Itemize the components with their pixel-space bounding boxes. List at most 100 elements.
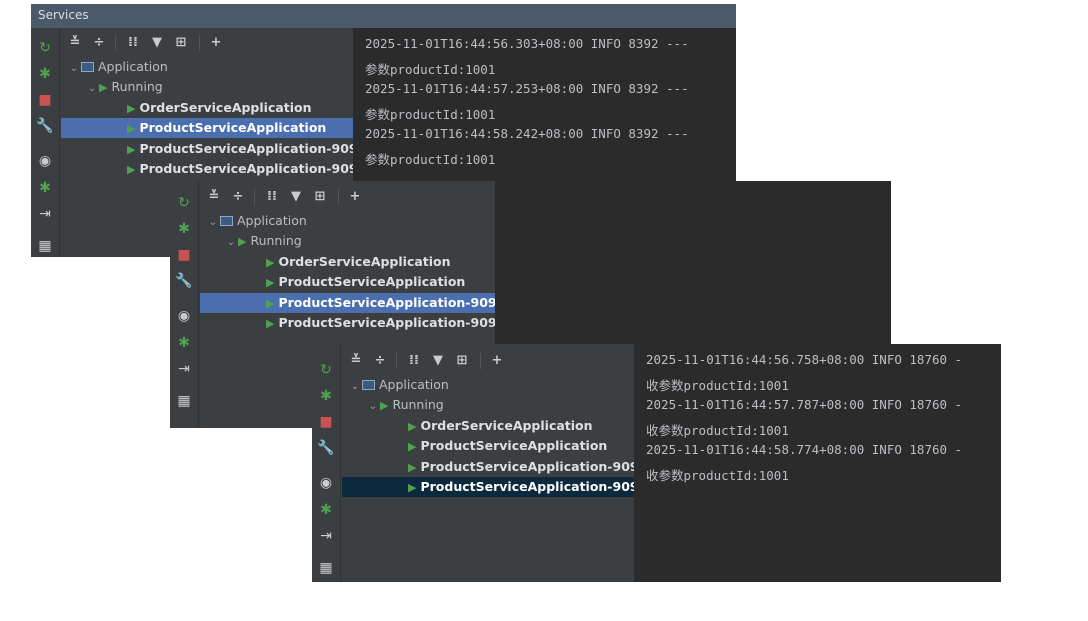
group-by-icon[interactable]: ⁞⁞ xyxy=(125,34,141,50)
service-name: ProductServiceApplication xyxy=(278,274,466,290)
open-in-tab-icon[interactable]: ⊞ xyxy=(454,352,470,368)
tree-node-label: Application xyxy=(379,377,449,392)
open-in-tab-icon[interactable]: ⊞ xyxy=(312,188,328,204)
services-panel-3: ↻ ✱ ■ 🔧 ◉ ✱ ⇥ ▦ ≚ ÷ ⁞⁞ ▼ ⊞ + ⌄ Application ⌄ ▶ Running ▶ O… xyxy=(312,344,1001,582)
tree-node-label: Application xyxy=(98,59,168,74)
camera-icon[interactable]: ◉ xyxy=(37,153,53,169)
tree-node-label: Running xyxy=(392,397,444,413)
toolbar-separator xyxy=(199,35,200,51)
service-item[interactable]: ▶ ProductServiceApplication-9092 xyxy=(342,477,647,497)
chevron-down-icon[interactable]: ⌄ xyxy=(206,213,220,233)
service-item[interactable]: ▶ ProductServiceApplication xyxy=(61,118,353,139)
wrench-icon[interactable]: 🔧 xyxy=(175,273,192,289)
services-title: Services xyxy=(31,4,736,28)
coverage-icon[interactable]: ✱ xyxy=(318,502,334,518)
debug-icon[interactable]: ✱ xyxy=(37,66,53,82)
expand-all-icon[interactable]: ≚ xyxy=(348,352,364,368)
run-icon: ▶ xyxy=(408,419,417,433)
side-toolbar: ↻ ✱ ■ 🔧 ◉ ✱ ⇥ ▦ xyxy=(31,28,60,257)
add-service-icon[interactable]: + xyxy=(489,352,505,368)
tree-node-running[interactable]: ⌄ ▶ Running xyxy=(61,77,353,97)
stop-icon[interactable]: ■ xyxy=(318,414,334,430)
run-icon: ▶ xyxy=(238,235,247,249)
tree-node-application[interactable]: ⌄ Application xyxy=(342,375,634,395)
collapse-all-icon[interactable]: ÷ xyxy=(91,34,107,50)
toolbar-separator xyxy=(115,35,116,51)
coverage-icon[interactable]: ✱ xyxy=(176,335,192,351)
group-by-icon[interactable]: ⁞⁞ xyxy=(406,352,422,368)
service-name: OrderServiceApplication xyxy=(278,253,451,269)
rerun-icon[interactable]: ↻ xyxy=(176,195,192,211)
exit-icon[interactable]: ⇥ xyxy=(176,361,192,377)
stop-icon[interactable]: ■ xyxy=(176,247,192,263)
service-item[interactable]: ▶ ProductServiceApplication-9091 xyxy=(61,139,366,159)
tree-toolbar: ≚ ÷ ⁞⁞ ▼ ⊞ + xyxy=(344,348,634,372)
service-item[interactable]: ▶ ProductServiceApplication-9091 xyxy=(200,292,505,313)
tree-node-application[interactable]: ⌄ Application xyxy=(61,57,353,77)
chevron-down-icon[interactable]: ⌄ xyxy=(67,59,81,79)
chevron-down-icon[interactable]: ⌄ xyxy=(85,79,99,99)
run-icon: ▶ xyxy=(127,101,136,115)
service-item[interactable]: ▶ OrderServiceApplication xyxy=(61,98,353,118)
layout-icon[interactable]: ▦ xyxy=(176,393,192,409)
run-icon: ▶ xyxy=(127,122,136,136)
expand-all-icon[interactable]: ≚ xyxy=(67,34,83,50)
add-service-icon[interactable]: + xyxy=(347,188,363,204)
coverage-icon[interactable]: ✱ xyxy=(37,180,53,196)
tree-node-running[interactable]: ⌄ ▶ Running xyxy=(200,231,495,251)
exit-icon[interactable]: ⇥ xyxy=(318,528,334,544)
open-in-tab-icon[interactable]: ⊞ xyxy=(173,34,189,50)
layout-icon[interactable]: ▦ xyxy=(318,560,334,576)
wrench-icon[interactable]: 🔧 xyxy=(317,440,334,456)
rerun-icon[interactable]: ↻ xyxy=(318,362,334,378)
collapse-all-icon[interactable]: ÷ xyxy=(230,188,246,204)
group-by-icon[interactable]: ⁞⁞ xyxy=(264,188,280,204)
application-icon xyxy=(362,380,375,390)
tree-node-running[interactable]: ⌄ ▶ Running xyxy=(342,395,634,415)
console-line: 收参数productId:1001 xyxy=(646,468,789,483)
service-name: ProductServiceApplication-9091 xyxy=(278,294,506,310)
tree-node-application[interactable]: ⌄ Application xyxy=(200,211,495,231)
tree-toolbar: ≚ ÷ ⁞⁞ ▼ ⊞ + xyxy=(202,184,492,208)
filter-icon[interactable]: ▼ xyxy=(149,34,165,50)
service-item[interactable]: ▶ ProductServiceApplication xyxy=(342,436,634,456)
camera-icon[interactable]: ◉ xyxy=(318,475,334,491)
service-name: OrderServiceApplication xyxy=(420,417,593,433)
side-toolbar: ↻ ✱ ■ 🔧 ◉ ✱ ⇥ ▦ xyxy=(170,181,199,428)
console-line: 收参数productId:1001 xyxy=(646,422,789,438)
service-name: ProductServiceApplication-9092 xyxy=(420,479,648,494)
chevron-down-icon[interactable]: ⌄ xyxy=(224,233,238,253)
stop-icon[interactable]: ■ xyxy=(37,92,53,108)
toolbar-separator xyxy=(254,189,255,205)
service-item[interactable]: ▶ ProductServiceApplication-9092 xyxy=(200,313,505,333)
filter-icon[interactable]: ▼ xyxy=(430,352,446,368)
service-item[interactable]: ▶ ProductServiceApplication-9091 xyxy=(342,457,647,477)
service-name: ProductServiceApplication-9092 xyxy=(139,161,367,176)
exit-icon[interactable]: ⇥ xyxy=(37,206,53,222)
collapse-all-icon[interactable]: ÷ xyxy=(372,352,388,368)
service-item[interactable]: ▶ OrderServiceApplication xyxy=(200,252,495,272)
debug-icon[interactable]: ✱ xyxy=(176,221,192,237)
expand-all-icon[interactable]: ≚ xyxy=(206,188,222,204)
console-line: 2025-11-01T16:44:56.303+08:00 INFO 8392 … xyxy=(365,36,689,51)
toolbar-separator xyxy=(338,189,339,205)
filter-icon[interactable]: ▼ xyxy=(288,188,304,204)
service-name: ProductServiceApplication-9091 xyxy=(420,458,648,474)
run-icon: ▶ xyxy=(99,81,108,95)
camera-icon[interactable]: ◉ xyxy=(176,308,192,324)
wrench-icon[interactable]: 🔧 xyxy=(36,118,53,134)
debug-icon[interactable]: ✱ xyxy=(318,388,334,404)
service-item[interactable]: ▶ ProductServiceApplication xyxy=(200,272,495,292)
console-line: 2025-11-01T16:44:56.758+08:00 INFO 18760… xyxy=(646,352,963,367)
chevron-down-icon[interactable]: ⌄ xyxy=(348,377,362,397)
run-icon: ▶ xyxy=(127,163,136,176)
service-item[interactable]: ▶ ProductServiceApplication-9092 xyxy=(61,159,366,179)
layout-icon[interactable]: ▦ xyxy=(37,238,53,254)
rerun-icon[interactable]: ↻ xyxy=(37,40,53,56)
console-output[interactable]: 2025-11-01T16:44:56.758+08:00 INFO 18760… xyxy=(634,344,1001,582)
chevron-down-icon[interactable]: ⌄ xyxy=(366,397,380,417)
service-item[interactable]: ▶ OrderServiceApplication xyxy=(342,416,634,436)
add-service-icon[interactable]: + xyxy=(208,34,224,50)
run-icon: ▶ xyxy=(127,142,136,156)
tree-node-label: Running xyxy=(111,79,163,95)
